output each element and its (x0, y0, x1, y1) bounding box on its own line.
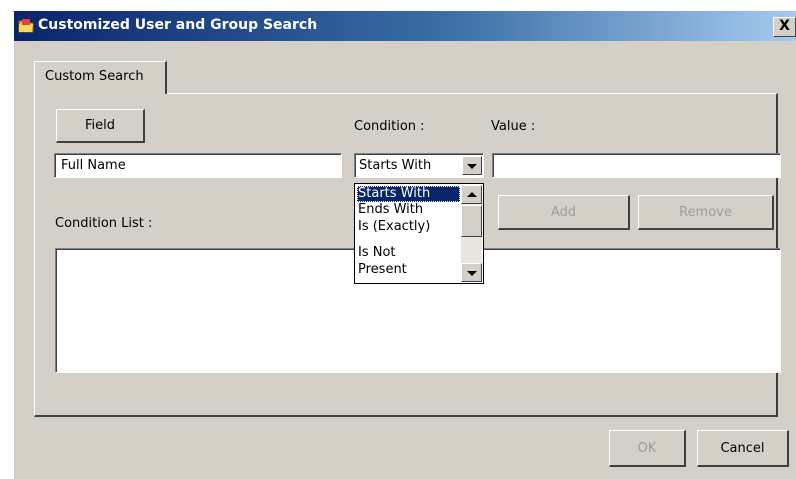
tab-label: Custom Search (45, 69, 144, 84)
condition-dropdown-button[interactable] (462, 156, 482, 175)
chevron-up-icon (467, 192, 477, 197)
folder-icon (18, 19, 34, 33)
condition-dropdown-list[interactable]: Starts With Ends With Is (Exactly) Is No… (354, 183, 484, 284)
condition-option-present[interactable]: Present (357, 262, 460, 278)
tab-custom-search[interactable]: Custom Search (34, 61, 167, 94)
cancel-button[interactable]: Cancel (697, 430, 789, 467)
field-button[interactable]: Field (56, 109, 145, 143)
window-title: Customized User and Group Search (38, 17, 318, 33)
condition-option-ends-with[interactable]: Ends With (357, 202, 460, 218)
field-name-value: Full Name (61, 158, 126, 173)
chevron-down-icon (467, 271, 477, 276)
remove-button[interactable]: Remove (638, 195, 774, 230)
condition-select[interactable]: Starts With (354, 153, 484, 178)
close-button[interactable]: X (773, 17, 796, 37)
chevron-down-icon (467, 164, 477, 169)
cancel-button-label: Cancel (720, 440, 765, 456)
remove-button-label: Remove (679, 204, 732, 220)
scroll-thumb[interactable] (461, 205, 482, 237)
condition-list-label: Condition List : (55, 216, 153, 231)
condition-select-value: Starts With (359, 158, 432, 173)
condition-option-is-exactly[interactable]: Is (Exactly) (357, 219, 460, 235)
field-button-label: Field (84, 118, 115, 133)
close-icon: X (779, 18, 790, 34)
value-label: Value : (491, 119, 536, 134)
dropdown-scrollbar[interactable] (461, 185, 482, 282)
condition-label: Condition : (354, 119, 425, 134)
value-input[interactable] (492, 153, 781, 178)
ok-button-label: OK (637, 440, 657, 456)
ok-button[interactable]: OK (609, 430, 686, 467)
scroll-down-button[interactable] (461, 263, 482, 282)
add-button-label: Add (550, 204, 577, 220)
scroll-up-button[interactable] (461, 185, 482, 204)
title-bar: Customized User and Group Search X (14, 11, 796, 41)
condition-option-starts-with[interactable]: Starts With (357, 186, 460, 202)
field-name-input[interactable]: Full Name (54, 153, 342, 178)
condition-option-is-not[interactable]: Is Not (357, 245, 460, 261)
add-button[interactable]: Add (498, 195, 630, 230)
